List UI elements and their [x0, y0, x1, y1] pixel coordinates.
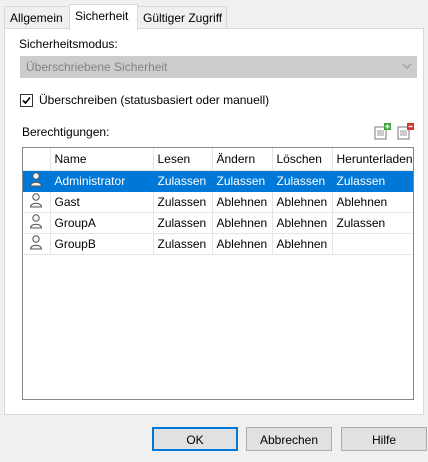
- tab-allgemein[interactable]: Allgemein: [4, 6, 70, 29]
- row-aendern[interactable]: Ablehnen: [212, 233, 273, 255]
- row-name: GroupB: [50, 233, 154, 255]
- checkmark-icon: [22, 96, 31, 104]
- row-loeschen[interactable]: Ablehnen: [272, 191, 333, 213]
- override-checkbox-row[interactable]: Überschreiben (statusbasiert oder manuel…: [20, 92, 269, 108]
- column-header-herunterladen[interactable]: Herunterladen: [332, 148, 413, 171]
- row-aendern[interactable]: Zulassen: [212, 170, 273, 192]
- user-icon: [23, 212, 51, 234]
- row-lesen[interactable]: Zulassen: [153, 233, 213, 255]
- row-lesen[interactable]: Zulassen: [153, 191, 213, 213]
- user-icon: [23, 233, 51, 255]
- column-header-name[interactable]: Name: [50, 148, 154, 171]
- row-herunterladen[interactable]: [332, 233, 413, 255]
- help-button[interactable]: Hilfe: [341, 427, 427, 451]
- row-name: Gast: [50, 191, 154, 213]
- permissions-label: Berechtigungen:: [22, 125, 110, 139]
- row-aendern[interactable]: Ablehnen: [212, 191, 273, 213]
- row-lesen[interactable]: Zulassen: [153, 170, 213, 192]
- tab-gueltiger-zugriff[interactable]: Gültiger Zugriff: [137, 6, 227, 29]
- row-loeschen[interactable]: Ablehnen: [272, 233, 333, 255]
- row-herunterladen[interactable]: Zulassen: [332, 170, 413, 192]
- security-mode-label: Sicherheitsmodus:: [19, 37, 118, 51]
- row-herunterladen[interactable]: Ablehnen: [332, 191, 413, 213]
- add-permission-icon[interactable]: [373, 123, 391, 141]
- table-row[interactable]: Administrator Zulassen Zulassen Zulassen…: [23, 170, 413, 192]
- ok-button[interactable]: OK: [152, 427, 238, 451]
- user-icon: [23, 170, 51, 192]
- permissions-header-row: Name Lesen Ändern Löschen Herunterladen: [23, 148, 413, 171]
- row-loeschen[interactable]: Zulassen: [272, 170, 333, 192]
- column-header-aendern[interactable]: Ändern: [212, 148, 273, 171]
- security-mode-select[interactable]: Überschriebene Sicherheit: [20, 56, 417, 78]
- table-row[interactable]: GroupB Zulassen Ablehnen Ablehnen: [23, 233, 413, 255]
- row-name: GroupA: [50, 212, 154, 234]
- override-checkbox[interactable]: [20, 93, 33, 107]
- tab-sicherheit[interactable]: Sicherheit: [69, 4, 138, 30]
- chevron-down-icon: [402, 60, 412, 74]
- row-loeschen[interactable]: Ablehnen: [272, 212, 333, 234]
- security-panel: Sicherheitsmodus: Überschriebene Sicherh…: [4, 28, 424, 415]
- security-mode-value: Überschriebene Sicherheit: [26, 60, 168, 74]
- remove-permission-icon[interactable]: [396, 123, 414, 141]
- cancel-button[interactable]: Abbrechen: [246, 427, 332, 451]
- override-label: Überschreiben (statusbasiert oder manuel…: [39, 93, 270, 107]
- user-icon: [23, 191, 51, 213]
- row-name: Administrator: [50, 170, 154, 192]
- column-header-icon[interactable]: [23, 148, 51, 171]
- permissions-grid[interactable]: Name Lesen Ändern Löschen Herunterladen …: [22, 147, 414, 400]
- table-row[interactable]: GroupA Zulassen Ablehnen Ablehnen Zulass…: [23, 212, 413, 234]
- column-header-loeschen[interactable]: Löschen: [272, 148, 333, 171]
- table-row[interactable]: Gast Zulassen Ablehnen Ablehnen Ablehnen: [23, 191, 413, 213]
- row-herunterladen[interactable]: Zulassen: [332, 212, 413, 234]
- column-header-lesen[interactable]: Lesen: [153, 148, 213, 171]
- row-lesen[interactable]: Zulassen: [153, 212, 213, 234]
- row-aendern[interactable]: Ablehnen: [212, 212, 273, 234]
